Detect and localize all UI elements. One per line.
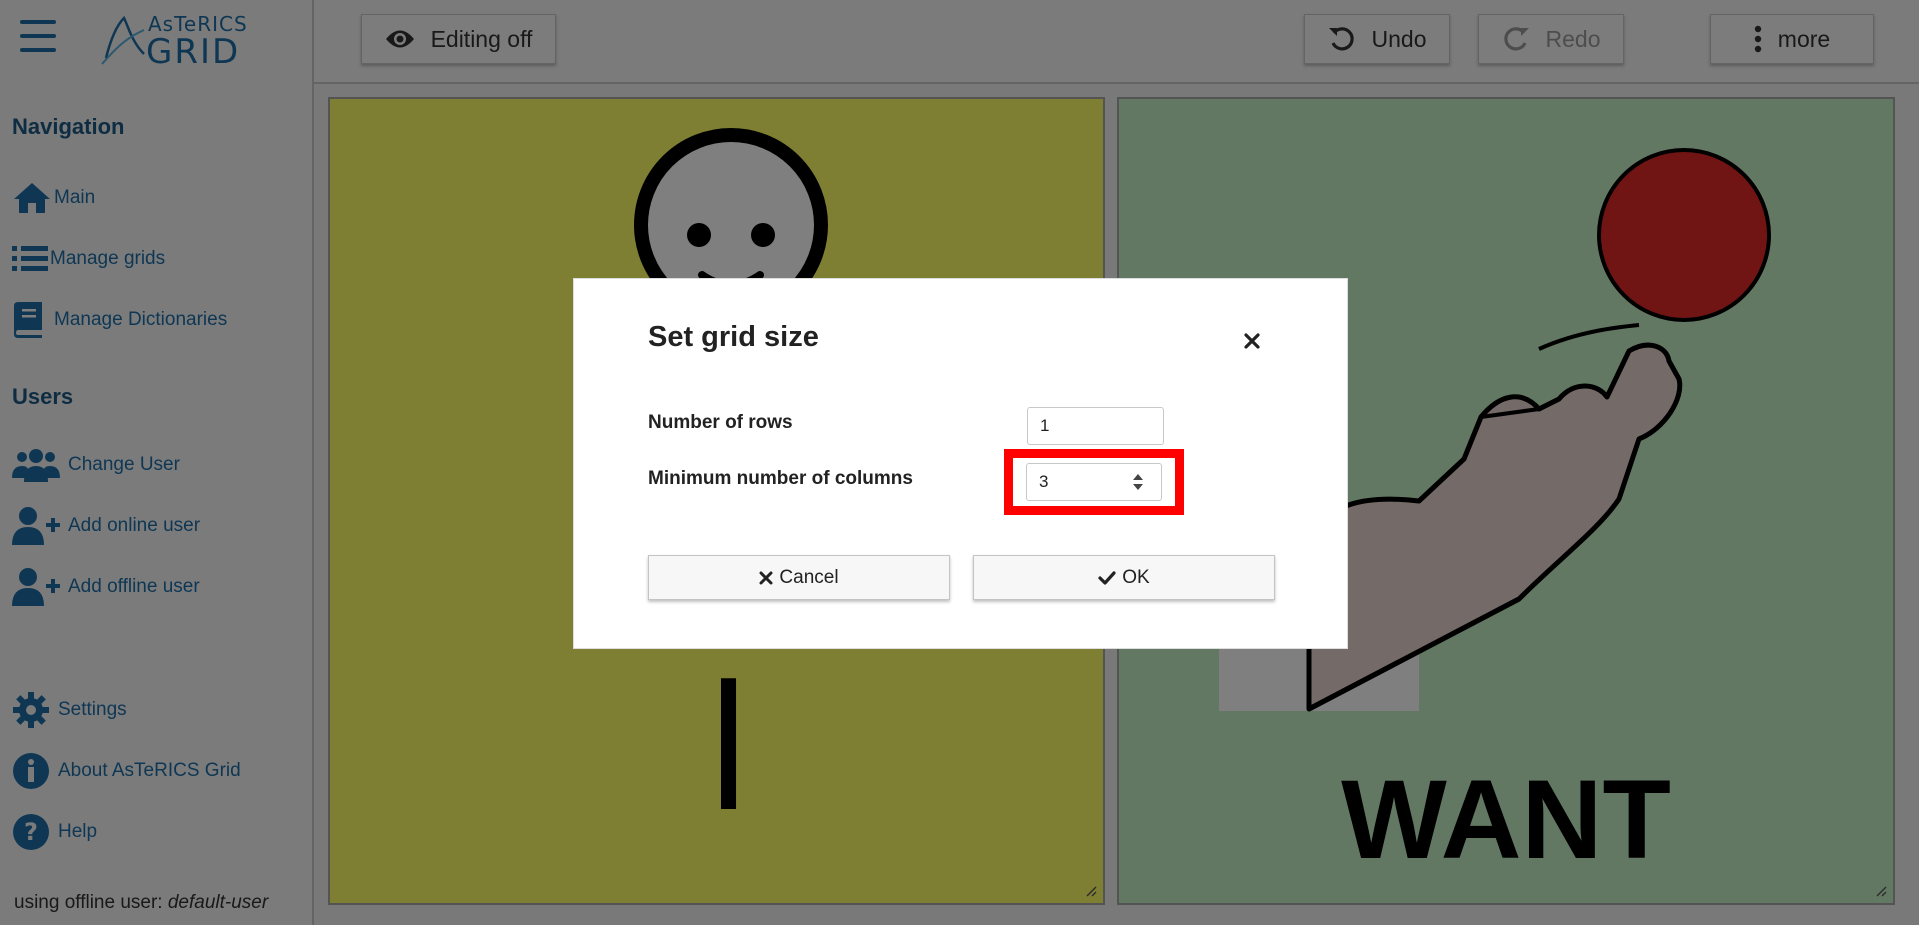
cancel-label: Cancel <box>779 566 839 588</box>
rows-input[interactable] <box>1027 407 1164 445</box>
columns-label: Minimum number of columns <box>648 468 913 489</box>
asterics-grid-app: AsTeRICS GRID Navigation Main Manage gri… <box>0 0 1919 925</box>
close-button[interactable] <box>1238 327 1266 355</box>
check-icon <box>1098 570 1116 585</box>
rows-label: Number of rows <box>648 412 793 433</box>
ok-button[interactable]: OK <box>973 555 1275 600</box>
dialog-title: Set grid size <box>648 321 819 353</box>
close-icon <box>1244 333 1260 349</box>
close-icon <box>759 571 773 585</box>
spinner-arrows-icon[interactable] <box>1131 471 1145 493</box>
ok-label: OK <box>1122 566 1150 588</box>
columns-input-highlight <box>1004 449 1184 515</box>
cancel-button[interactable]: Cancel <box>648 555 950 600</box>
set-grid-size-dialog: Set grid size Number of rows Minimum num… <box>573 278 1348 649</box>
